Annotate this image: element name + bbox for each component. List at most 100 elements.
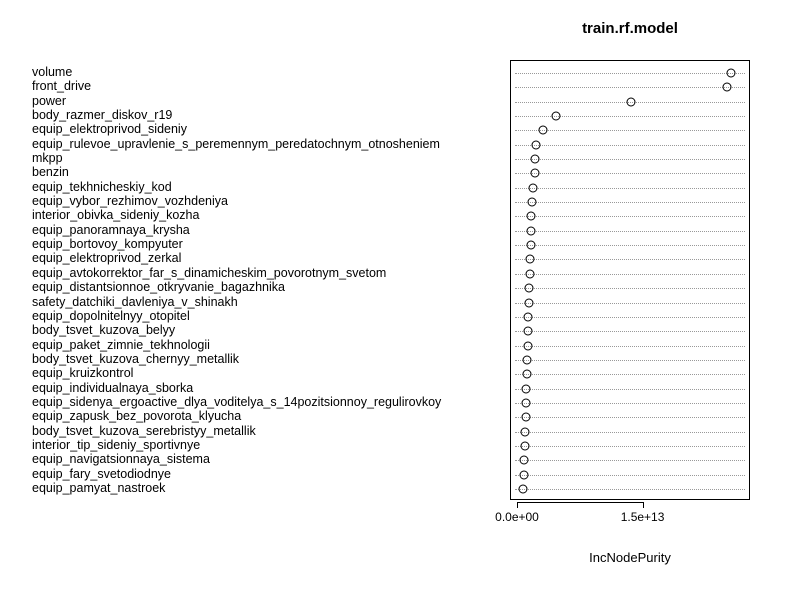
gridline (515, 489, 745, 490)
gridline (515, 202, 745, 203)
gridline (515, 360, 745, 361)
data-point (525, 269, 534, 278)
feature-label: equip_bortovoy_kompyuter (32, 238, 183, 251)
x-tick-label: 1.5e+13 (621, 510, 665, 524)
y-axis-labels: volumefront_drivepower body_razmer_diskov… (32, 60, 502, 500)
data-point (524, 298, 533, 307)
gridline (515, 259, 745, 260)
x-axis-line (517, 502, 643, 503)
feature-label: equip_dopolnitelnyy_otopitel (32, 310, 190, 323)
data-point (627, 97, 636, 106)
gridline (515, 317, 745, 318)
data-point (526, 226, 535, 235)
feature-label: equip_elektroprivod_sideniy (32, 123, 187, 136)
data-point (522, 384, 531, 393)
data-point (727, 69, 736, 78)
data-point (528, 198, 537, 207)
feature-label: equip_rulevoe_upravlenie_s_peremennym_pe… (32, 137, 440, 150)
gridline (515, 346, 745, 347)
feature-label: equip_fary_svetodiodnye (32, 467, 171, 480)
gridline (515, 303, 745, 304)
chart-title: train.rf.model (510, 20, 750, 37)
gridline (515, 446, 745, 447)
gridline (515, 274, 745, 275)
gridline (515, 231, 745, 232)
data-point (520, 441, 529, 450)
gridline (515, 331, 745, 332)
data-point (529, 183, 538, 192)
data-point (524, 312, 533, 321)
feature-label: equip_individualnaya_sborka (32, 381, 193, 394)
gridline (515, 145, 745, 146)
gridline (515, 173, 745, 174)
x-axis: 0.0e+001.5e+13 (510, 500, 750, 540)
gridline (515, 374, 745, 375)
feature-label: equip_panoramnaya_krysha (32, 224, 190, 237)
gridline (515, 130, 745, 131)
data-point (526, 241, 535, 250)
data-point (527, 212, 536, 221)
feature-label: equip_avtokorrektor_far_s_dinamicheskim_… (32, 267, 386, 280)
gridline (515, 87, 745, 88)
gridline (515, 245, 745, 246)
feature-label: equip_zapusk_bez_povorota_klyucha (32, 410, 241, 423)
feature-label: equip_kruizkontrol (32, 367, 133, 380)
gridline (515, 417, 745, 418)
gridline (515, 216, 745, 217)
data-point (519, 470, 528, 479)
feature-label: benzin (32, 166, 69, 179)
feature-label: equip_pamyat_nastroek (32, 482, 165, 495)
gridline (515, 188, 745, 189)
data-point (530, 169, 539, 178)
chart-page: train.rf.model volumefront_drivepower bod… (0, 0, 800, 600)
feature-label: interior_tip_sideniy_sportivnye (32, 439, 200, 452)
gridline (515, 389, 745, 390)
data-point (521, 427, 530, 436)
data-point (520, 456, 529, 465)
data-point (524, 327, 533, 336)
gridline (515, 73, 745, 74)
feature-label: equip_sidenya_ergoactive_dlya_voditelya_… (32, 396, 441, 409)
data-point (523, 355, 532, 364)
feature-label: body_tsvet_kuzova_belyy (32, 324, 175, 337)
feature-label: body_tsvet_kuzova_serebristyy_metallik (32, 424, 256, 437)
data-point (551, 112, 560, 121)
data-point (723, 83, 732, 92)
data-point (525, 284, 534, 293)
feature-label: body_razmer_diskov_r19 (32, 109, 172, 122)
feature-label: volume (32, 66, 72, 79)
feature-label: safety_datchiki_davleniya_v_shinakh (32, 295, 238, 308)
data-point (530, 155, 539, 164)
x-tick (643, 502, 644, 508)
data-point (522, 370, 531, 379)
gridline (515, 288, 745, 289)
plot-area (510, 60, 750, 500)
feature-label: equip_elektroprivod_zerkal (32, 252, 181, 265)
data-point (532, 140, 541, 149)
feature-label: equip_navigatsionnaya_sistema (32, 453, 210, 466)
data-point (526, 255, 535, 264)
data-point (523, 341, 532, 350)
x-axis-title: IncNodePurity (510, 550, 750, 565)
feature-label: mkpp (32, 152, 63, 165)
feature-label: equip_tekhnicheskiy_kod (32, 181, 172, 194)
feature-label: equip_paket_zimnie_tekhnologii (32, 338, 210, 351)
gridline (515, 460, 745, 461)
gridline (515, 159, 745, 160)
gridline (515, 116, 745, 117)
data-point (521, 413, 530, 422)
gridline (515, 403, 745, 404)
data-point (521, 398, 530, 407)
feature-label: front_drive (32, 80, 91, 93)
feature-label: body_tsvet_kuzova_chernyy_metallik (32, 353, 239, 366)
feature-label: power (32, 94, 66, 107)
feature-label: equip_vybor_rezhimov_vozhdeniya (32, 195, 228, 208)
feature-label: equip_distantsionnoe_otkryvanie_bagazhni… (32, 281, 285, 294)
data-point (539, 126, 548, 135)
gridline (515, 475, 745, 476)
data-point (519, 485, 528, 494)
x-tick-label: 0.0e+00 (495, 510, 539, 524)
gridline (515, 432, 745, 433)
feature-label: interior_obivka_sideniy_kozha (32, 209, 199, 222)
x-tick (517, 502, 518, 508)
